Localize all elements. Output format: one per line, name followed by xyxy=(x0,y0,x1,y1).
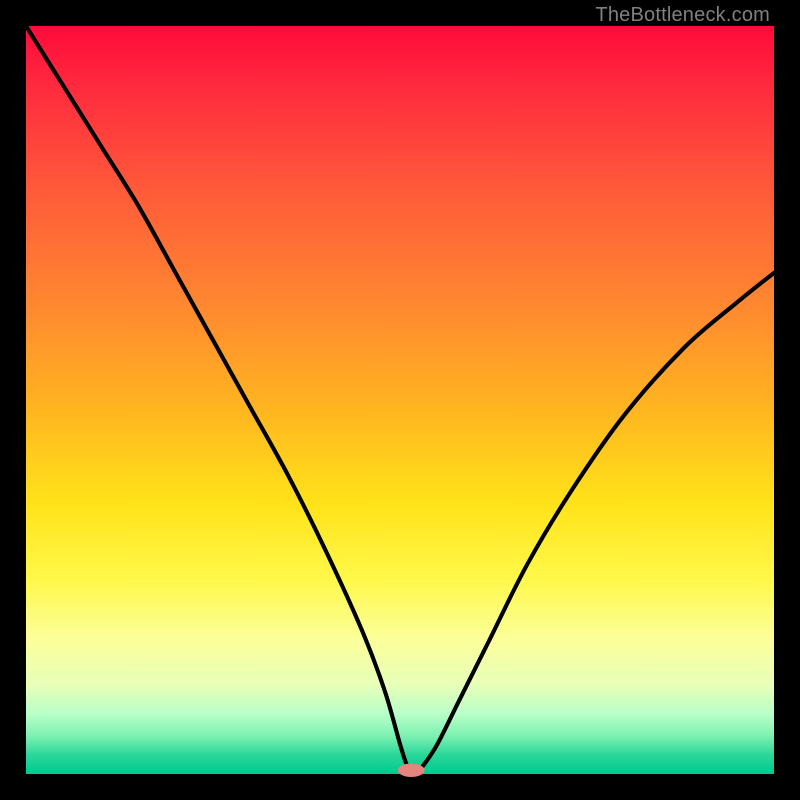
watermark-text: TheBottleneck.com xyxy=(595,4,770,27)
chart-stage: TheBottleneck.com xyxy=(0,0,800,800)
plot-area xyxy=(26,26,774,774)
bottleneck-curve-path xyxy=(26,26,774,774)
optimum-marker xyxy=(398,764,425,777)
curve-layer xyxy=(26,26,774,774)
